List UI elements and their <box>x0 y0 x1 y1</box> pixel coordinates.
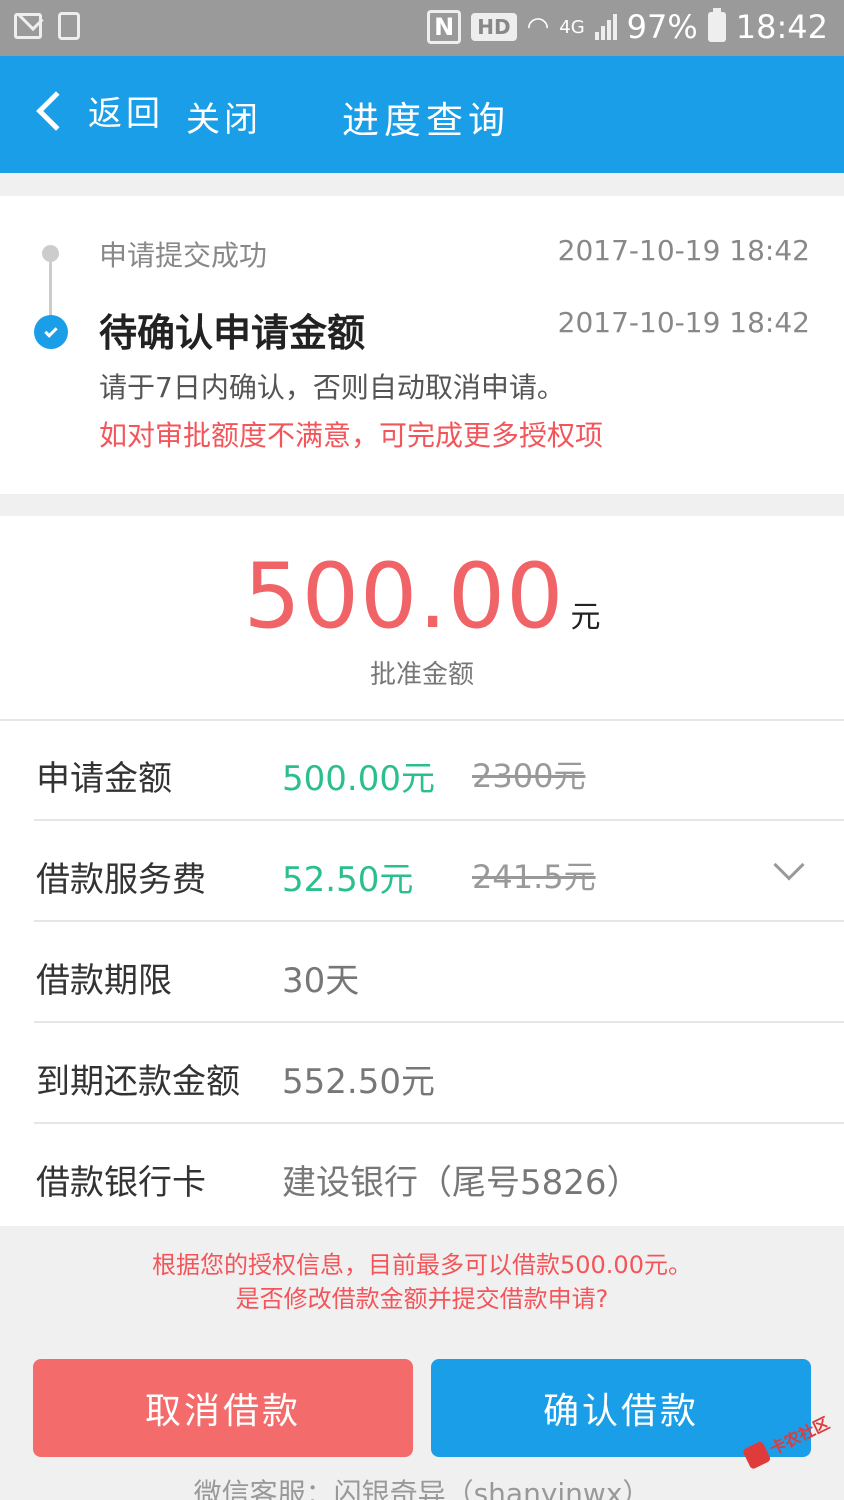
confirm-deadline-note: 请于7日内确认，否则自动取消申请。 <box>99 371 565 404</box>
close-button[interactable]: 关闭 <box>186 92 262 141</box>
timeline-current-check-icon <box>34 315 68 349</box>
detail-row-apply-amount: 申请金额 500.00元 2300元 <box>34 721 844 821</box>
battery-icon <box>707 8 726 42</box>
page-title: 进度查询 <box>342 99 510 142</box>
detail-row-term: 借款期限 30天 <box>34 923 844 1023</box>
detail-original-value: 241.5元 <box>472 858 596 896</box>
step-pending-title: 待确认申请金额 <box>99 311 366 355</box>
step-pending-time: 2017-10-19 18:42 <box>557 306 810 339</box>
detail-label: 借款期限 <box>36 961 172 1001</box>
nfc-icon: N <box>427 10 462 44</box>
detail-label: 到期还款金额 <box>36 1062 240 1102</box>
back-button[interactable]: 返回 <box>30 86 164 135</box>
detail-value: 552.50元 <box>282 1062 435 1102</box>
hd-badge: HD <box>471 13 517 41</box>
timeline-dot-done-icon <box>42 245 59 262</box>
loan-details-card: 500.00 元 批准金额 申请金额 500.00元 2300元 借款服务费 52… <box>0 516 844 1226</box>
clock: 18:42 <box>735 8 828 46</box>
notice-line-1: 根据您的授权信息，目前最多可以借款500.00元。 <box>152 1251 692 1279</box>
step-submitted-time: 2017-10-19 18:42 <box>557 234 810 267</box>
detail-row-repay-amount: 到期还款金额 552.50元 <box>34 1024 844 1124</box>
nav-bar: 返回 关闭 进度查询 <box>0 56 844 173</box>
approved-amount-label: 批准金额 <box>369 660 474 690</box>
detail-value: 建设银行（尾号5826） <box>282 1163 641 1203</box>
signal-icon <box>594 14 617 40</box>
detail-row-bank-card: 借款银行卡 建设银行（尾号5826） <box>34 1125 844 1225</box>
watermark-icon <box>742 1440 772 1470</box>
recycle-icon <box>58 12 80 40</box>
wechat-support-text: 微信客服：闪银奇异（shanyinwx） <box>193 1477 651 1500</box>
watermark-text: 卡农社区 <box>766 1413 833 1459</box>
step-submitted-title: 申请提交成功 <box>99 239 268 272</box>
status-left-icons <box>14 12 80 40</box>
status-right-icons: N HD ◠ 4G 97% 18:42 <box>427 8 828 46</box>
wifi-icon: ◠ <box>526 12 550 42</box>
approved-amount-unit: 元 <box>570 600 601 635</box>
chevron-left-icon <box>36 90 76 131</box>
chevron-down-icon[interactable] <box>773 849 805 881</box>
detail-label: 借款银行卡 <box>36 1163 206 1203</box>
status-bar: N HD ◠ 4G 97% 18:42 <box>0 0 844 56</box>
timeline-connector <box>49 262 52 318</box>
borrow-limit-notice: 根据您的授权信息，目前最多可以借款500.00元。 是否修改借款金额并提交借款申… <box>0 1248 844 1316</box>
detail-value: 30天 <box>282 961 360 1001</box>
detail-label: 申请金额 <box>36 759 172 799</box>
more-authorization-link[interactable]: 如对审批额度不满意，可完成更多授权项 <box>99 414 603 454</box>
network-type: 4G <box>559 16 585 38</box>
detail-original-value: 2300元 <box>472 757 586 795</box>
detail-value: 52.50元 <box>282 860 414 900</box>
cancel-loan-button[interactable]: 取消借款 <box>33 1359 413 1457</box>
approved-amount-value: 500.00 <box>243 544 565 649</box>
approved-amount: 500.00 元 <box>0 544 844 649</box>
notice-line-2: 是否修改借款金额并提交借款申请? <box>235 1285 609 1313</box>
detail-label: 借款服务费 <box>36 860 206 900</box>
back-label: 返回 <box>88 94 164 134</box>
progress-card: 申请提交成功 2017-10-19 18:42 待确认申请金额 2017-10-… <box>0 196 844 494</box>
detail-value: 500.00元 <box>282 759 435 799</box>
battery-percent: 97% <box>626 8 698 46</box>
detail-row-service-fee[interactable]: 借款服务费 52.50元 241.5元 <box>34 822 844 922</box>
mail-icon <box>14 13 42 39</box>
